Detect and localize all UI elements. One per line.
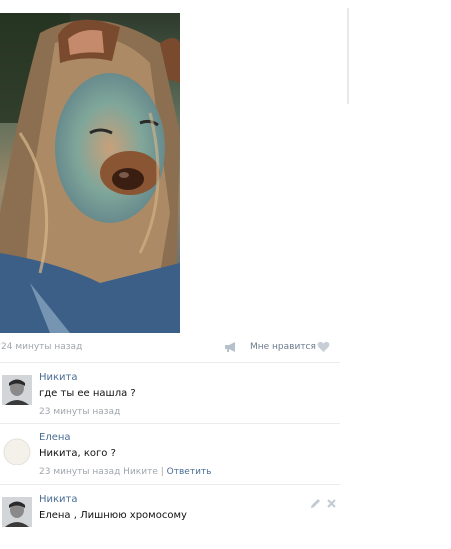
like-button[interactable]: Мне нравится bbox=[250, 342, 316, 352]
post-footer: 24 минуты назад Мне нравится bbox=[0, 340, 340, 356]
avatar[interactable] bbox=[2, 497, 32, 527]
comment-author[interactable]: Никита bbox=[39, 372, 78, 383]
scrollbar-track[interactable] bbox=[347, 8, 349, 104]
post-photo[interactable] bbox=[0, 13, 180, 333]
pencil-icon[interactable] bbox=[310, 494, 321, 508]
avatar[interactable] bbox=[2, 375, 32, 405]
comment-item: Никита где ты ее нашла ? 23 минуты назад bbox=[0, 372, 345, 427]
megaphone-icon[interactable] bbox=[224, 341, 238, 353]
comment-author[interactable]: Елена bbox=[39, 432, 71, 443]
close-icon[interactable] bbox=[326, 494, 337, 508]
comment-item: Никита Елена , Лишнюю хромосому bbox=[0, 494, 345, 549]
comment-time[interactable]: 23 минуты назад bbox=[39, 467, 120, 477]
avatar[interactable] bbox=[2, 435, 32, 465]
comment-author[interactable]: Никита bbox=[39, 494, 78, 505]
comment-text: где ты ее нашла ? bbox=[39, 388, 136, 399]
heart-icon[interactable] bbox=[317, 341, 330, 353]
post-time[interactable]: 24 минуты назад bbox=[1, 342, 82, 352]
comment-text: Никита, кого ? bbox=[39, 448, 116, 459]
comment-text: Елена , Лишнюю хромосому bbox=[39, 510, 187, 521]
meta-divider: | bbox=[160, 467, 164, 477]
comment-meta: 23 минуты назад Никите | Ответить bbox=[39, 467, 211, 477]
comment-time[interactable]: 23 минуты назад bbox=[39, 407, 120, 417]
divider bbox=[0, 423, 340, 424]
divider bbox=[0, 484, 340, 485]
photo-image bbox=[0, 13, 180, 333]
divider bbox=[0, 362, 340, 363]
reply-to-link[interactable]: Никите bbox=[123, 467, 158, 477]
reply-link[interactable]: Ответить bbox=[167, 467, 212, 477]
comment-item: Елена Никита, кого ? 23 минуты назад Ник… bbox=[0, 432, 345, 487]
